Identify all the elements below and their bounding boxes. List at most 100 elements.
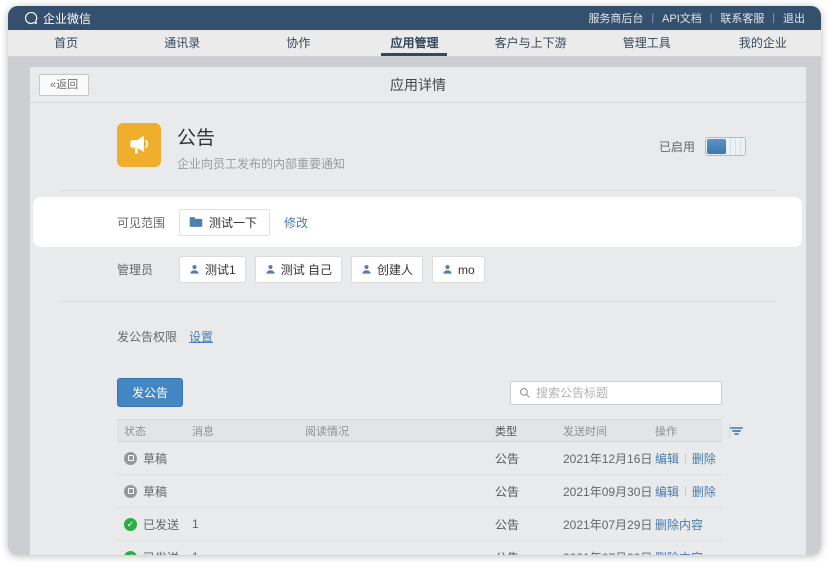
actions-cell: 删除内容 — [655, 549, 729, 556]
person-icon — [265, 264, 276, 275]
actions-cell: 编辑 | 删除 — [655, 483, 729, 500]
folder-icon — [189, 216, 203, 228]
nav-tab-customers[interactable]: 客户与上下游 — [473, 30, 589, 56]
date-cell: 2021年09月30日 — [563, 483, 655, 500]
nav-tab-app-management[interactable]: 应用管理 — [356, 30, 472, 56]
person-icon — [442, 264, 453, 275]
funnel-icon — [730, 427, 743, 435]
date-cell: 2021年12月16日 — [563, 450, 655, 467]
separator: | — [772, 13, 775, 24]
table-row: 草稿 公告 2021年09月30日 编辑 | 删除 — [117, 475, 722, 508]
search-box — [510, 381, 722, 405]
announce-permission-label: 发公告权限 — [117, 328, 177, 345]
draft-status-icon — [124, 452, 137, 465]
scope-name: 测试一下 — [209, 214, 257, 231]
delete-link[interactable]: 删除 — [692, 450, 716, 467]
status-label: 已启用 — [659, 138, 695, 155]
separator: | — [651, 13, 654, 24]
header-type: 类型 — [495, 423, 563, 439]
delete-link[interactable]: 删除 — [692, 483, 716, 500]
admin-chip: mo — [432, 256, 485, 283]
table-row: 已发送 1 公告 2021年07月29日 删除内容 — [117, 541, 722, 555]
type-cell: 公告 — [495, 549, 563, 556]
app-name: 公告 — [177, 123, 345, 150]
message-cell: 1 — [185, 550, 305, 555]
table-row: 草稿 公告 2021年12月16日 编辑 | 删除 — [117, 442, 722, 475]
send-announcement-button[interactable]: 发公告 — [117, 378, 183, 407]
topbar-link-provider[interactable]: 服务商后台 — [588, 10, 643, 26]
header-status: 状态 — [117, 423, 185, 439]
topbar-links: 服务商后台 | API文档 | 联系客服 | 退出 — [588, 10, 805, 26]
admin-chips: 测试1 测试 自己 创建人 mo — [179, 256, 485, 283]
topbar-link-logout[interactable]: 退出 — [783, 10, 805, 26]
admin-name: 测试 自己 — [281, 261, 332, 278]
scope-chip: 测试一下 — [179, 209, 270, 236]
actions-cell: 编辑 | 删除 — [655, 450, 729, 467]
status-cell: 已发送 — [117, 549, 185, 556]
divider — [60, 301, 776, 302]
separator: | — [684, 452, 687, 464]
app-status: 已启用 — [659, 137, 746, 156]
person-icon — [189, 264, 200, 275]
divider — [60, 190, 776, 191]
toggle-knob — [707, 139, 726, 154]
back-button[interactable]: «返回 — [39, 74, 89, 96]
nav-tab-my-company[interactable]: 我的企业 — [705, 30, 821, 56]
main-nav: 首页 通讯录 协作 应用管理 客户与上下游 管理工具 我的企业 — [8, 30, 821, 57]
topbar-link-api-docs[interactable]: API文档 — [662, 10, 702, 26]
delete-content-link[interactable]: 删除内容 — [655, 516, 703, 533]
admin-chip: 测试1 — [179, 256, 246, 283]
app-meta: 公告 企业向员工发布的内部重要通知 — [177, 123, 345, 172]
separator: | — [710, 13, 713, 24]
app-icon — [117, 123, 161, 167]
edit-link[interactable]: 编辑 — [655, 450, 679, 467]
app-window: 企业微信 服务商后台 | API文档 | 联系客服 | 退出 首页 通讯录 协作… — [8, 6, 821, 555]
page-container: «返回 应用详情 公告 企业向员工发布的内部重要通知 已启用 — [30, 67, 806, 555]
brand: 企业微信 — [24, 10, 91, 27]
table-row: 已发送 1 公告 2021年07月29日 删除内容 — [117, 508, 722, 541]
permission-settings-link[interactable]: 设置 — [189, 328, 213, 345]
content-background: «返回 应用详情 公告 企业向员工发布的内部重要通知 已启用 — [8, 58, 821, 555]
admin-name: 创建人 — [377, 261, 413, 278]
status-text: 已发送 — [143, 549, 179, 556]
nav-tab-contacts[interactable]: 通讯录 — [124, 30, 240, 56]
header-read: 阅读情况 — [305, 423, 495, 439]
announcement-toolbar: 发公告 — [117, 378, 722, 407]
nav-tab-home[interactable]: 首页 — [8, 30, 124, 56]
search-icon — [519, 387, 531, 399]
page-title: 应用详情 — [30, 67, 806, 103]
status-text: 草稿 — [143, 450, 167, 467]
admins-row: 管理员 测试1 测试 自己 创建人 — [30, 256, 806, 283]
header-message: 消息 — [185, 423, 305, 439]
page-title-row: «返回 应用详情 — [30, 67, 806, 103]
type-cell: 公告 — [495, 483, 563, 500]
admin-name: mo — [458, 263, 475, 277]
date-cell: 2021年07月29日 — [563, 516, 655, 533]
actions-cell: 删除内容 — [655, 516, 729, 533]
status-cell: 草稿 — [117, 450, 185, 467]
table-header: 状态 消息 阅读情况 类型 发送时间 操作 — [117, 419, 722, 442]
filter-icon[interactable] — [729, 424, 743, 438]
delete-content-link[interactable]: 删除内容 — [655, 549, 703, 556]
nav-tab-admin-tools[interactable]: 管理工具 — [589, 30, 705, 56]
admin-name: 测试1 — [205, 261, 236, 278]
sent-status-icon — [124, 518, 137, 531]
admin-chip: 创建人 — [351, 256, 423, 283]
announcements-table: 状态 消息 阅读情况 类型 发送时间 操作 草稿 — [117, 419, 722, 555]
search-input[interactable] — [536, 386, 713, 400]
nav-tab-collaboration[interactable]: 协作 — [240, 30, 356, 56]
topbar-link-support[interactable]: 联系客服 — [720, 10, 764, 26]
type-cell: 公告 — [495, 450, 563, 467]
visible-scope-label: 可见范围 — [117, 214, 179, 231]
person-icon — [361, 264, 372, 275]
announce-permission-row: 发公告权限 设置 — [30, 328, 806, 345]
edit-scope-link[interactable]: 修改 — [284, 214, 308, 231]
status-cell: 草稿 — [117, 483, 185, 500]
enable-toggle[interactable] — [705, 137, 746, 156]
topbar: 企业微信 服务商后台 | API文档 | 联系客服 | 退出 — [8, 6, 821, 30]
app-header: 公告 企业向员工发布的内部重要通知 已启用 — [30, 103, 806, 172]
brand-name: 企业微信 — [43, 10, 91, 27]
edit-link[interactable]: 编辑 — [655, 483, 679, 500]
app-description: 企业向员工发布的内部重要通知 — [177, 155, 345, 172]
message-cell: 1 — [185, 517, 305, 531]
